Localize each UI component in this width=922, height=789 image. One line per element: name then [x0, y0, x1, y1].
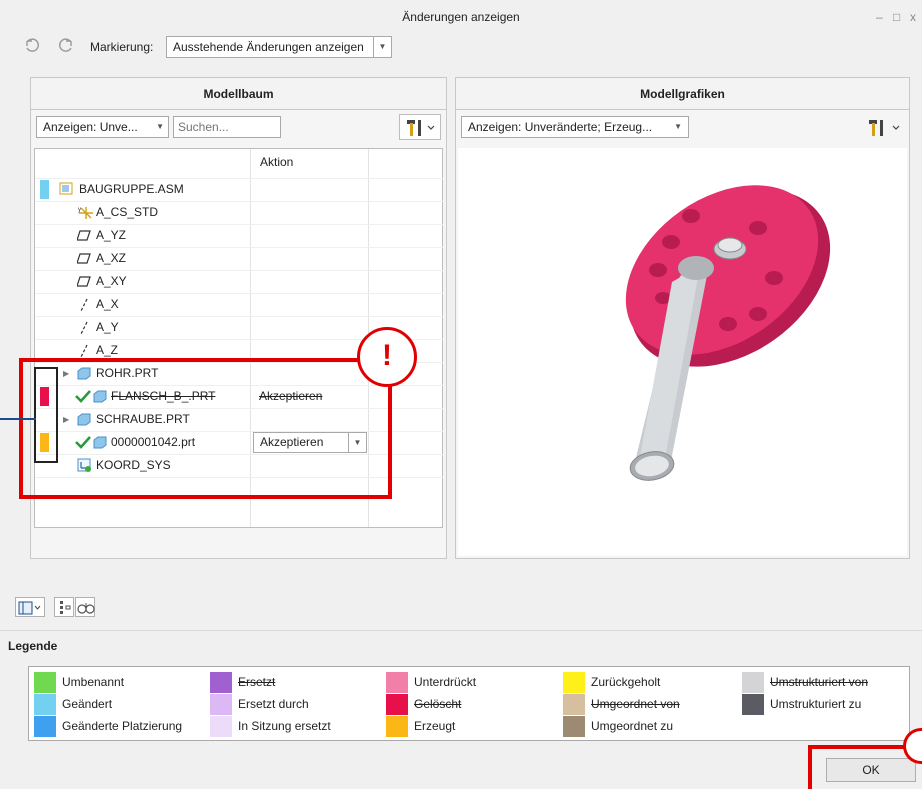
tree-row-a-xz[interactable]: A_XZ	[35, 247, 443, 270]
panel-layout-icon	[18, 601, 41, 615]
legend-swatch-renamed	[34, 672, 56, 693]
legend-label-changed: Geändert	[62, 697, 113, 711]
graphics-panel: Modellgrafiken Anzeigen: Unveränderte; E…	[455, 77, 910, 559]
datum-plane-icon	[77, 253, 91, 264]
tools-icon	[407, 120, 435, 136]
legend-label-deleted: Gelöscht	[414, 697, 462, 711]
legend-swatch-retrieved	[563, 672, 585, 693]
glasses-icon	[77, 603, 95, 614]
legend-swatch-reordered-to	[563, 716, 585, 737]
legend-label-created: Erzeugt	[414, 719, 456, 733]
tree-item-label: A_YZ	[96, 228, 127, 242]
legend-swatch-created	[386, 716, 408, 737]
window-title: Änderungen anzeigen	[402, 10, 520, 24]
chevron-down-icon: ▼	[156, 122, 164, 131]
modelltree-filter-dropdown[interactable]: Anzeigen: Unve... ▼	[36, 116, 169, 138]
callout-leader-line	[0, 418, 36, 420]
assembly-icon	[59, 182, 73, 195]
status-changed-marker	[40, 180, 49, 199]
legend-swatch-changed	[34, 694, 56, 715]
chevron-down-icon: ▼	[674, 122, 682, 131]
title-bar: Änderungen anzeigen – □ x	[0, 0, 922, 34]
view-options-button[interactable]	[75, 597, 95, 617]
legend-label-retrieved: Zurückgeholt	[591, 675, 661, 689]
graphics-filter-value: Anzeigen: Unveränderte; Erzeug...	[468, 120, 653, 134]
legend-swatch-placement	[34, 716, 56, 737]
legend-label-reordered-to: Umgeordnet zu	[591, 719, 674, 733]
legend-label-renamed: Umbenannt	[62, 675, 125, 689]
modelltree-settings-button[interactable]	[399, 114, 441, 140]
tree-view-button[interactable]	[54, 597, 74, 617]
legend-label-replaced: Ersetzt	[238, 675, 276, 689]
legend-divider	[0, 630, 922, 631]
tree-item-label: A_CS_STD	[96, 205, 159, 219]
legend-swatch-suppressed	[386, 672, 408, 693]
chevron-down-icon: ▼	[373, 37, 391, 57]
tree-item-label: A_Y	[96, 320, 119, 334]
datum-plane-icon	[77, 230, 91, 241]
legend-swatch-restructured-to	[742, 694, 764, 715]
legend-label-suppressed: Unterdrückt	[414, 675, 477, 689]
graphics-filter-dropdown[interactable]: Anzeigen: Unveränderte; Erzeug... ▼	[461, 116, 689, 138]
model-viewport[interactable]	[458, 148, 907, 556]
graphics-settings-button[interactable]	[866, 116, 904, 140]
legend-swatch-reordered-from	[563, 694, 585, 715]
tree-row-a-yz[interactable]: A_YZ	[35, 224, 443, 247]
maximize-button[interactable]: □	[893, 0, 900, 34]
marking-dropdown[interactable]: Ausstehende Änderungen anzeigen ▼	[166, 36, 392, 58]
legend-swatch-replaced-by	[210, 694, 232, 715]
datum-plane-icon	[77, 276, 91, 287]
datum-axis-icon	[80, 298, 88, 312]
legend-label-reordered-from: Umgeordnet von	[591, 697, 680, 711]
legend-swatch-restructured-from	[742, 672, 764, 693]
legend-swatch-replaced	[210, 672, 232, 693]
tree-item-label: A_XY	[96, 274, 127, 288]
close-button[interactable]: x	[910, 0, 916, 34]
tree-row-a-x[interactable]: A_X	[35, 293, 443, 316]
datum-axis-icon	[80, 321, 88, 335]
layout-toggle-button[interactable]	[15, 597, 45, 617]
datum-axis-icon	[80, 344, 88, 358]
tree-row-a-xy[interactable]: A_XY	[35, 270, 443, 293]
legend-label-replaced-by: Ersetzt durch	[238, 697, 309, 711]
legend-title: Legende	[8, 639, 58, 653]
tools-icon	[869, 120, 900, 136]
action-column-header: Aktion	[260, 155, 294, 169]
tree-row-a-cs-std[interactable]: y A_CS_STD	[35, 201, 443, 224]
graphics-header: Modellgrafiken	[456, 78, 909, 110]
tree-row-baugruppe[interactable]: BAUGRUPPE.ASM	[35, 178, 443, 201]
legend-label-placement: Geänderte Platzierung	[62, 719, 183, 733]
legend-label-restructured-to: Umstrukturiert zu	[770, 697, 862, 711]
undo-icon[interactable]	[24, 38, 40, 55]
legend-label-restructured-from: Umstrukturiert von	[770, 675, 869, 689]
modelltree-header: Modellbaum	[31, 78, 446, 110]
legend-swatch-session-replaced	[210, 716, 232, 737]
warning-callout: !	[357, 327, 417, 387]
legend-label-session-replaced: In Sitzung ersetzt	[238, 719, 331, 733]
coordinate-system-icon: y	[78, 207, 93, 219]
modelltree-filter-value: Anzeigen: Unve...	[43, 120, 138, 134]
svg-text:y: y	[78, 207, 81, 213]
tree-item-label: A_X	[96, 297, 119, 311]
minimize-button[interactable]: –	[876, 0, 883, 34]
legend-swatch-deleted	[386, 694, 408, 715]
modelltree-search-input[interactable]	[173, 116, 281, 138]
marking-label: Markierung:	[90, 40, 154, 54]
status-bracket	[34, 367, 58, 463]
model-3d-image	[625, 185, 831, 481]
tree-item-label: BAUGRUPPE.ASM	[79, 182, 184, 196]
tree-structure-icon	[60, 601, 71, 614]
highlight-box	[19, 358, 392, 499]
marking-value: Ausstehende Änderungen anzeigen	[173, 40, 364, 54]
redo-icon[interactable]	[58, 38, 74, 55]
tree-item-label: A_XZ	[96, 251, 127, 265]
legend-box: Umbenannt Geändert Geänderte Platzierung…	[28, 666, 910, 741]
